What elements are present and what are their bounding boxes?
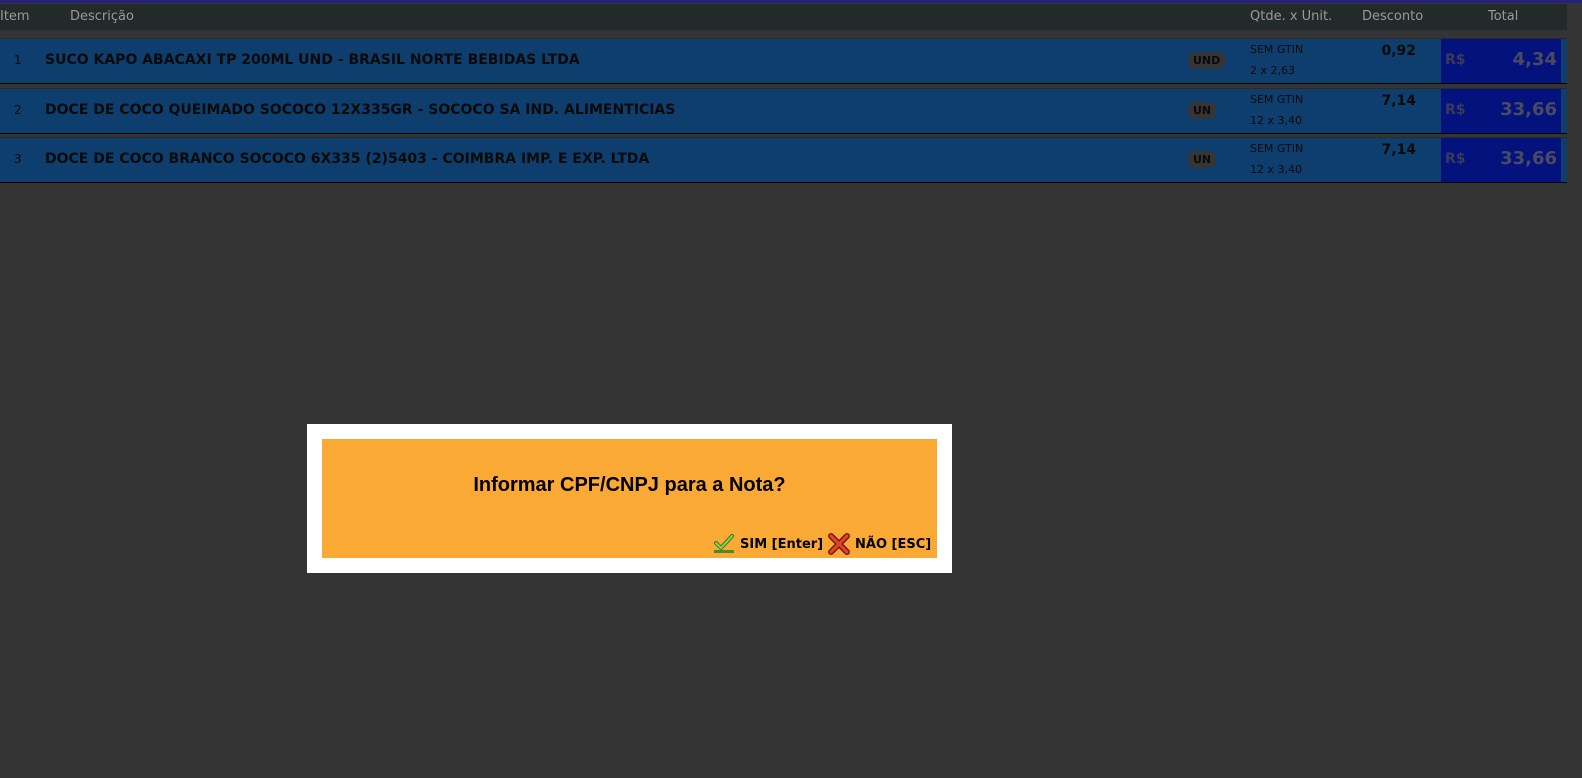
yes-button-label: SIM [Enter] bbox=[740, 536, 824, 552]
item-total: 33,66 bbox=[1500, 99, 1557, 120]
currency-label: R$ bbox=[1445, 102, 1466, 118]
table-row[interactable]: 2 DOCE DE COCO QUEIMADO SOCOCO 12X335GR … bbox=[0, 88, 1567, 134]
cross-icon bbox=[827, 533, 851, 555]
items-table-header: Item Descrição Qtde. x Unit. Desconto To… bbox=[0, 4, 1567, 30]
unit-badge: UND bbox=[1188, 52, 1226, 69]
table-row[interactable]: 1 SUCO KAPO ABACAXI TP 200ML UND - BRASI… bbox=[0, 38, 1567, 84]
item-total: 4,34 bbox=[1512, 49, 1557, 70]
check-icon bbox=[712, 533, 736, 555]
item-discount: 7,14 bbox=[1381, 93, 1416, 109]
header-description: Descrição bbox=[70, 9, 134, 24]
currency-label: R$ bbox=[1445, 151, 1466, 167]
item-qty: 2 x 2,63 bbox=[1250, 64, 1295, 77]
item-qty: 12 x 3,40 bbox=[1250, 114, 1302, 127]
item-discount: 7,14 bbox=[1381, 142, 1416, 158]
unit-badge: UN bbox=[1188, 102, 1217, 119]
no-button-label: NÃO [ESC] bbox=[855, 536, 932, 552]
pos-screen: Item Descrição Qtde. x Unit. Desconto To… bbox=[0, 0, 1582, 778]
item-description: SUCO KAPO ABACAXI TP 200ML UND - BRASIL … bbox=[45, 52, 580, 68]
item-description: DOCE DE COCO BRANCO SOCOCO 6X335 (2)5403… bbox=[45, 151, 650, 167]
header-item: Item bbox=[0, 9, 30, 24]
item-total-box: R$ 33,66 bbox=[1441, 89, 1561, 133]
item-number: 2 bbox=[14, 103, 22, 117]
cpf-dialog: Informar CPF/CNPJ para a Nota? SIM [Ente… bbox=[307, 424, 952, 573]
item-number: 3 bbox=[14, 152, 22, 166]
item-total-box: R$ 4,34 bbox=[1441, 39, 1561, 83]
item-total: 33,66 bbox=[1500, 148, 1557, 169]
unit-badge: UN bbox=[1188, 151, 1217, 168]
header-qty-unit: Qtde. x Unit. bbox=[1250, 9, 1333, 24]
currency-label: R$ bbox=[1445, 52, 1466, 68]
item-gtin: SEM GTIN bbox=[1250, 43, 1304, 56]
no-button[interactable]: NÃO [ESC] bbox=[827, 533, 931, 555]
item-description: DOCE DE COCO QUEIMADO SOCOCO 12X335GR - … bbox=[45, 102, 676, 118]
item-total-box: R$ 33,66 bbox=[1441, 138, 1561, 182]
yes-button[interactable]: SIM [Enter] bbox=[712, 533, 823, 555]
cpf-dialog-body: Informar CPF/CNPJ para a Nota? SIM [Ente… bbox=[322, 439, 937, 558]
header-total: Total bbox=[1488, 9, 1519, 24]
item-qty: 12 x 3,40 bbox=[1250, 163, 1302, 176]
header-discount: Desconto bbox=[1362, 9, 1424, 24]
item-number: 1 bbox=[14, 53, 22, 67]
dialog-title: Informar CPF/CNPJ para a Nota? bbox=[473, 474, 786, 496]
item-discount: 0,92 bbox=[1381, 43, 1416, 59]
item-gtin: SEM GTIN bbox=[1250, 93, 1304, 106]
top-strip bbox=[0, 0, 1582, 3]
table-row[interactable]: 3 DOCE DE COCO BRANCO SOCOCO 6X335 (2)54… bbox=[0, 137, 1567, 183]
item-gtin: SEM GTIN bbox=[1250, 142, 1304, 155]
